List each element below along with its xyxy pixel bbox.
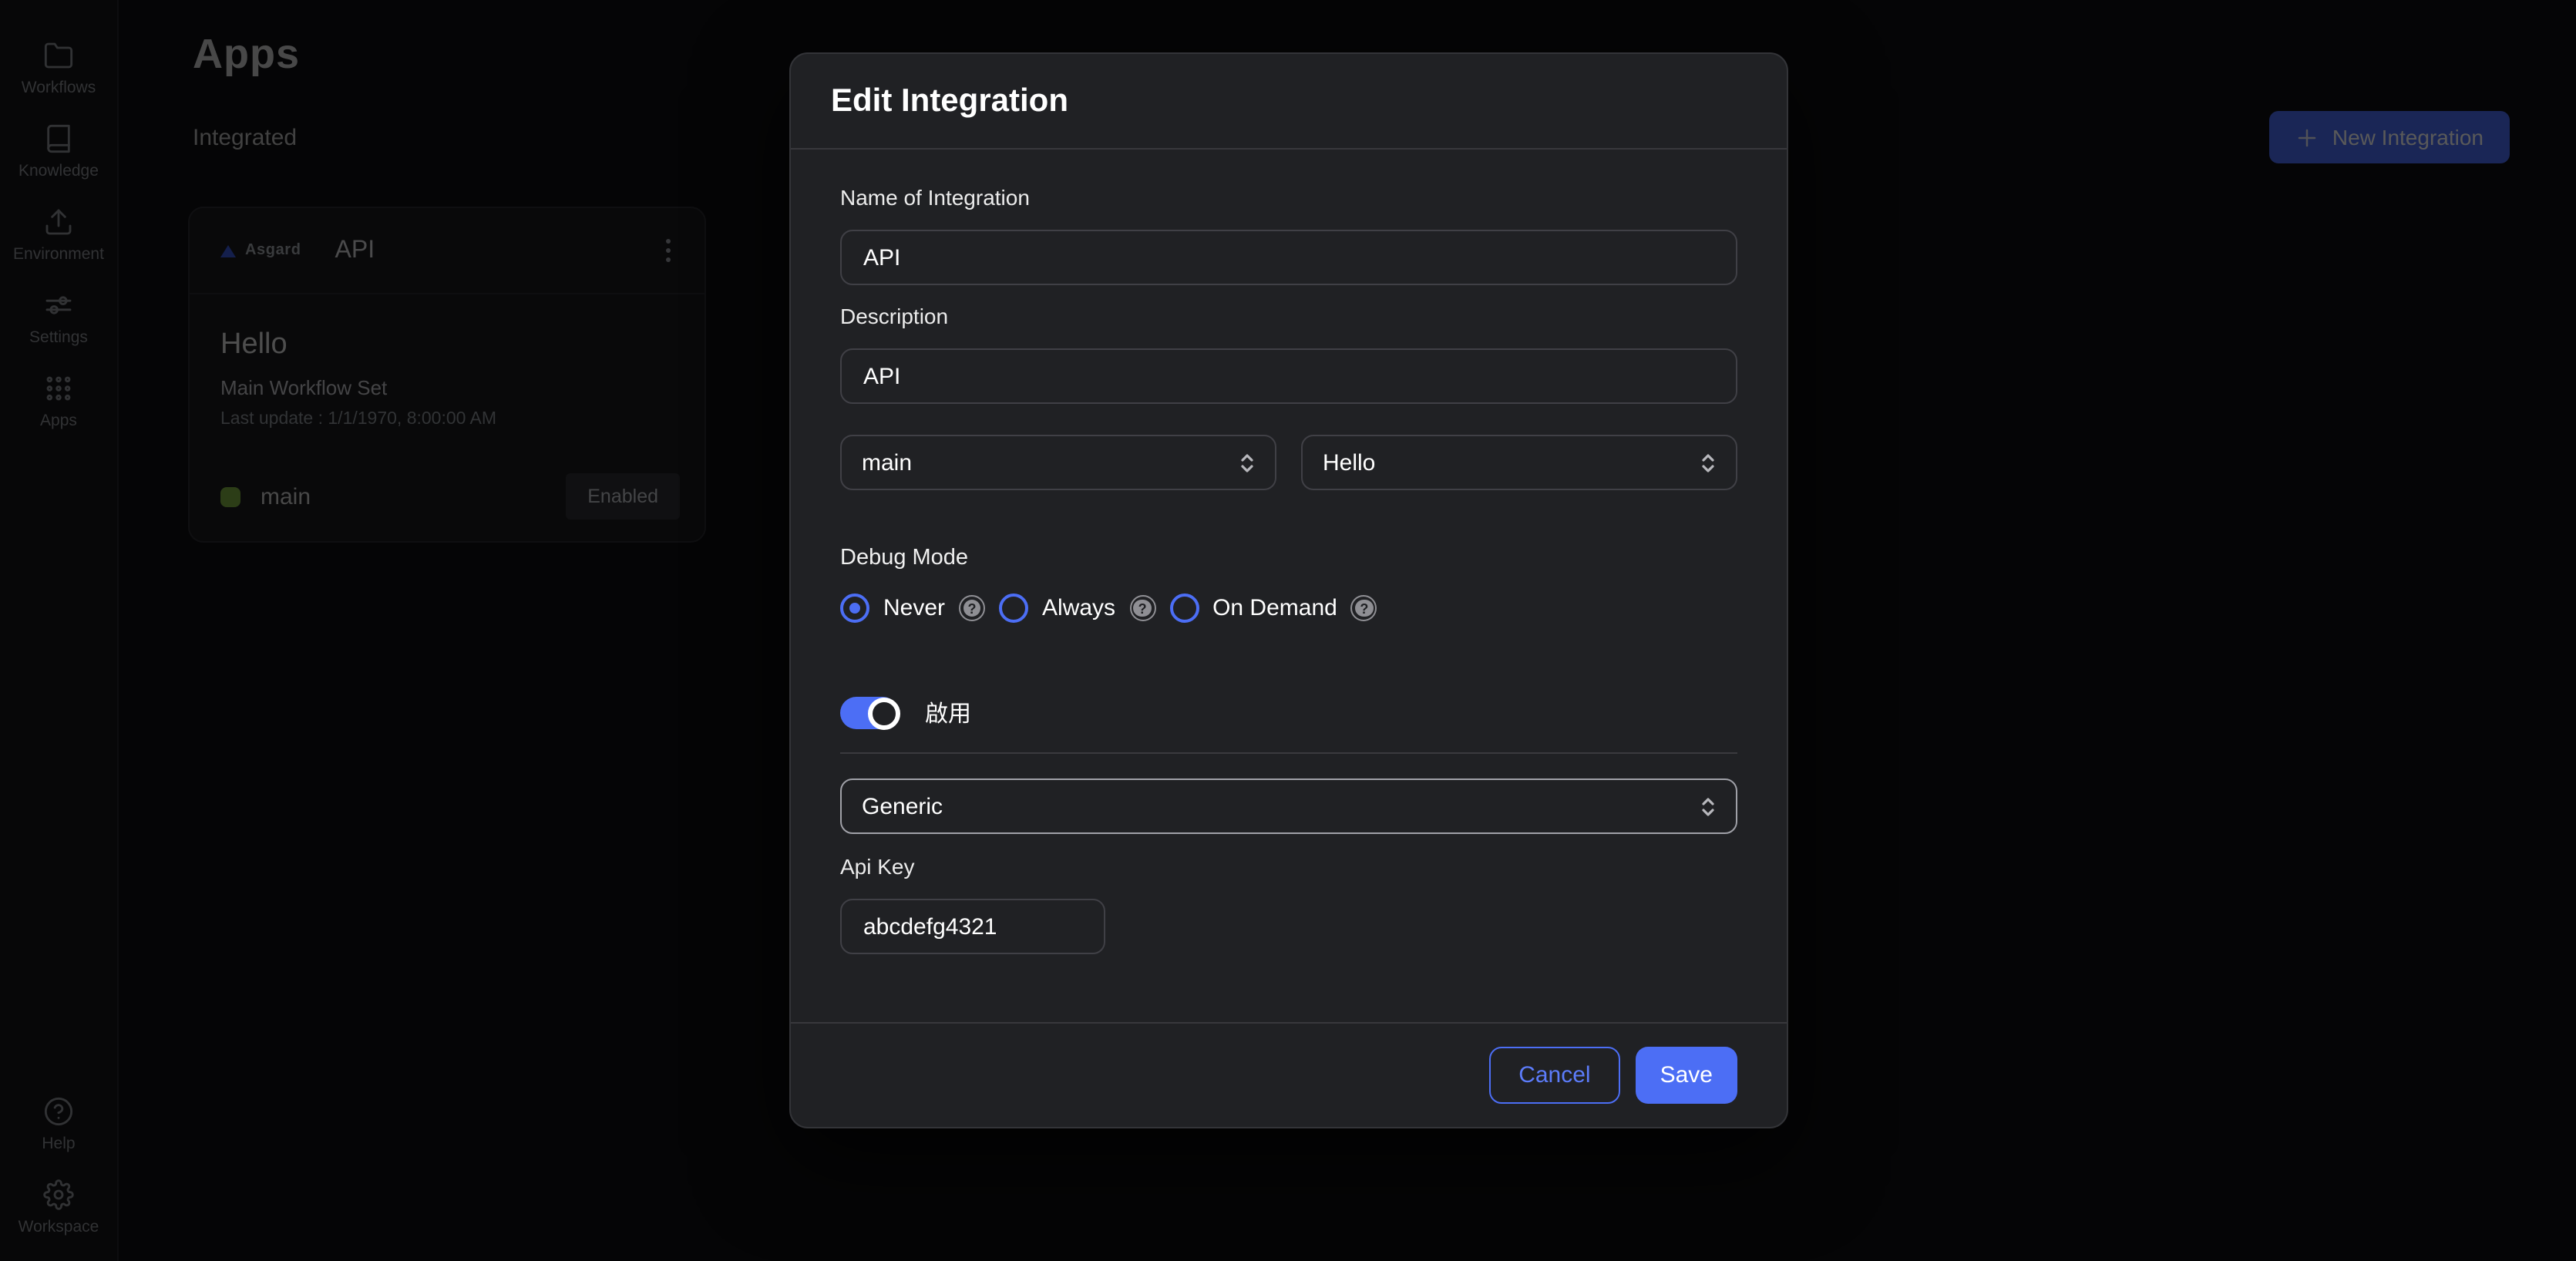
edit-integration-dialog: Edit Integration Name of Integration Des…: [789, 52, 1788, 1128]
dialog-header: Edit Integration: [791, 54, 1787, 150]
description-input[interactable]: [840, 348, 1737, 404]
help-icon[interactable]: ?: [1129, 595, 1155, 621]
toggle-knob: [868, 697, 900, 729]
radio-option-never: Never ?: [840, 594, 985, 623]
name-input[interactable]: [840, 230, 1737, 285]
radio-never[interactable]: [840, 594, 869, 623]
radio-never-label: Never: [883, 595, 945, 621]
api-key-input[interactable]: [840, 899, 1105, 954]
cancel-button[interactable]: Cancel: [1489, 1047, 1619, 1104]
provider-select[interactable]: Generic: [840, 778, 1737, 834]
description-field-label: Description: [840, 304, 1737, 328]
workflow-set-select-value: Hello: [1323, 449, 1375, 476]
app-window: Workflows Knowledge Environment Settings…: [0, 0, 2576, 1261]
help-icon[interactable]: ?: [1351, 595, 1377, 621]
enable-toggle-row: 啟用: [840, 697, 1737, 729]
dialog-footer: Cancel Save: [791, 1022, 1787, 1127]
radio-on-demand[interactable]: [1169, 594, 1199, 623]
enable-toggle-label: 啟用: [925, 697, 971, 729]
dialog-title: Edit Integration: [831, 82, 1068, 119]
workflow-set-select[interactable]: Hello: [1301, 435, 1737, 490]
radio-on-demand-label: On Demand: [1212, 595, 1337, 621]
enable-toggle[interactable]: [840, 697, 899, 729]
name-field-label: Name of Integration: [840, 185, 1737, 210]
workflow-select-value: main: [862, 449, 912, 476]
dialog-body: Name of Integration Description main Hel…: [791, 150, 1787, 954]
radio-always[interactable]: [999, 594, 1028, 623]
workflow-select[interactable]: main: [840, 435, 1276, 490]
section-divider: [840, 752, 1737, 754]
chevron-updown-icon: [1700, 451, 1716, 474]
select-row: main Hello: [840, 435, 1737, 490]
debug-mode-label: Debug Mode: [840, 546, 1737, 570]
chevron-updown-icon: [1700, 795, 1716, 818]
radio-always-label: Always: [1042, 595, 1115, 621]
help-icon[interactable]: ?: [959, 595, 985, 621]
save-button[interactable]: Save: [1636, 1047, 1737, 1104]
radio-option-always: Always ?: [999, 594, 1155, 623]
chevron-updown-icon: [1239, 451, 1255, 474]
api-key-label: Api Key: [840, 854, 1737, 879]
radio-option-on-demand: On Demand ?: [1169, 594, 1377, 623]
debug-mode-radio-group: Never ? Always ? On Demand ?: [840, 594, 1737, 623]
provider-select-value: Generic: [862, 793, 943, 819]
